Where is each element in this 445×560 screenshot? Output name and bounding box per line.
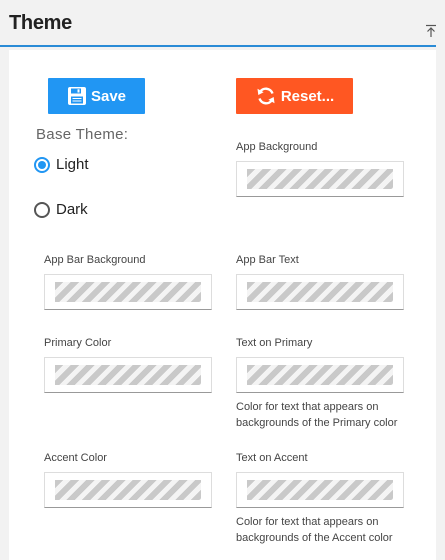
- text-on-primary-swatch[interactable]: [236, 357, 404, 393]
- primary-color-label: Primary Color: [44, 337, 112, 349]
- app-bar-text-swatch[interactable]: [236, 274, 404, 310]
- swatch-fill: [55, 365, 201, 385]
- reset-button-label: Reset...: [280, 87, 335, 105]
- app-background-swatch[interactable]: [236, 161, 404, 197]
- text-on-primary-label: Text on Primary: [236, 337, 313, 349]
- base-theme-label: Base Theme:: [36, 126, 129, 143]
- swatch-fill: [247, 169, 393, 189]
- save-button-label: Save: [90, 87, 127, 105]
- swatch-fill: [247, 480, 393, 500]
- primary-color-swatch[interactable]: [44, 357, 212, 393]
- swatch-fill: [55, 480, 201, 500]
- swatch-fill: [247, 282, 393, 302]
- panel-header: Theme: [0, 0, 445, 47]
- radio-dark-label: Dark: [56, 201, 88, 218]
- swatch-fill: [55, 282, 201, 302]
- text-on-primary-help: Color for text that appears on backgroun…: [236, 401, 398, 429]
- text-on-accent-swatch[interactable]: [236, 472, 404, 508]
- swatch-fill: [247, 365, 393, 385]
- header-divider: [0, 45, 436, 47]
- save-button[interactable]: Save: [48, 78, 145, 114]
- panel-title: Theme: [9, 12, 72, 34]
- app-background-label: App Background: [236, 141, 318, 153]
- accent-color-swatch[interactable]: [44, 472, 212, 508]
- radio-light-indicator[interactable]: [34, 156, 50, 173]
- app-bar-background-swatch[interactable]: [44, 274, 212, 310]
- app-bar-text-label: App Bar Text: [236, 254, 299, 266]
- reset-button[interactable]: Reset...: [236, 78, 353, 114]
- radio-dark-indicator[interactable]: [34, 201, 50, 218]
- accent-color-label: Accent Color: [44, 452, 107, 464]
- refresh-icon: [255, 85, 277, 107]
- radio-light[interactable]: Light: [34, 156, 89, 173]
- text-on-accent-label: Text on Accent: [236, 452, 308, 464]
- collapse-up-icon[interactable]: [425, 24, 437, 38]
- radio-dark[interactable]: Dark: [34, 201, 88, 218]
- radio-light-label: Light: [56, 156, 89, 173]
- floppy-disk-icon: [67, 86, 87, 106]
- text-on-accent-help: Color for text that appears on backgroun…: [236, 516, 393, 544]
- app-bar-background-label: App Bar Background: [44, 254, 146, 266]
